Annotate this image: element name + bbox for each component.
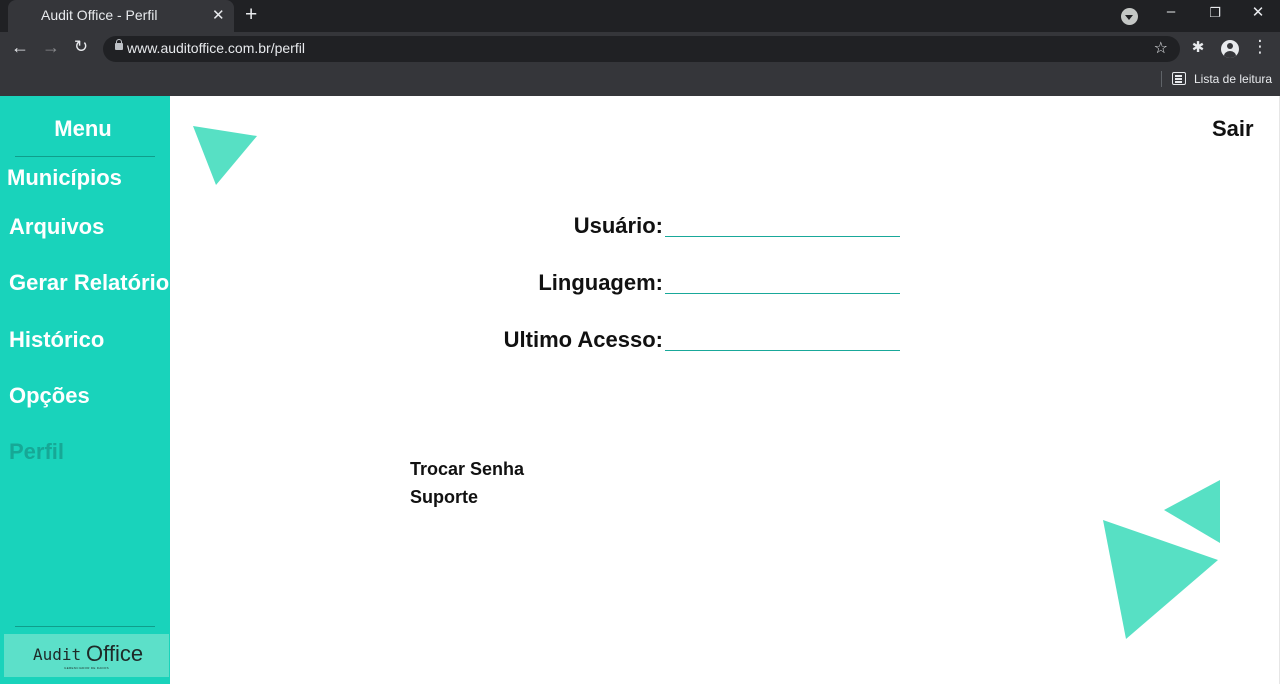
ultimo-acesso-label: Ultimo Acesso: bbox=[503, 327, 663, 352]
bookmarks-bar: Lista de leitura bbox=[0, 64, 1280, 96]
tab-title: Audit Office - Perfil bbox=[41, 7, 158, 23]
page-viewport: Menu Municípios Arquivos Gerar Relatório… bbox=[0, 96, 1280, 684]
sidebar-item-opcoes[interactable]: Opções bbox=[9, 383, 90, 409]
sidebar-item-gerar-relatorio[interactable]: Gerar Relatório bbox=[9, 270, 169, 296]
usuario-label: Usuário: bbox=[573, 213, 663, 238]
reading-list-icon bbox=[1172, 72, 1186, 85]
logo-audit-text: Audit bbox=[33, 645, 82, 664]
menu-divider bbox=[15, 156, 155, 157]
reading-list-label: Lista de leitura bbox=[1194, 72, 1273, 86]
footer-divider bbox=[15, 626, 155, 627]
back-icon[interactable]: ← bbox=[10, 37, 30, 58]
sidebar-item-municipios[interactable]: Municípios bbox=[7, 165, 122, 191]
top-triangle-shape bbox=[193, 126, 257, 185]
profile-icon[interactable] bbox=[1221, 40, 1239, 58]
trocar-senha-link[interactable]: Trocar Senha bbox=[410, 459, 524, 480]
linguagem-label: Linguagem: bbox=[538, 270, 663, 295]
logo-office-text: Office bbox=[86, 641, 144, 666]
logo-tagline: GERENCIADOR DE DADOS bbox=[64, 666, 109, 670]
bookmarks-divider bbox=[1161, 71, 1162, 87]
linguagem-value bbox=[665, 272, 900, 294]
browser-titlebar: Audit Office - Perfil ✕ + – ❐ ✕ bbox=[0, 0, 1280, 32]
lock-icon[interactable] bbox=[115, 39, 123, 50]
tab-search-icon[interactable] bbox=[1121, 8, 1138, 25]
large-bottom-triangle-shape bbox=[1103, 520, 1218, 639]
sidebar-menu: Menu Municípios Arquivos Gerar Relatório… bbox=[0, 96, 170, 684]
close-window-icon[interactable]: ✕ bbox=[1248, 3, 1268, 21]
more-menu-icon[interactable]: ⋮ bbox=[1250, 37, 1270, 57]
usuario-value bbox=[665, 215, 900, 237]
sidebar-item-historico[interactable]: Histórico bbox=[9, 327, 104, 353]
address-bar[interactable]: www.auditoffice.com.br/perfil ☆ bbox=[103, 36, 1180, 62]
url-text[interactable]: www.auditoffice.com.br/perfil bbox=[127, 40, 305, 56]
decorative-triangles bbox=[193, 126, 1220, 639]
logout-button[interactable]: Sair bbox=[1212, 116, 1254, 142]
forward-icon: → bbox=[42, 37, 60, 57]
restore-icon[interactable]: ❐ bbox=[1205, 5, 1225, 21]
new-tab-icon[interactable]: + bbox=[245, 3, 257, 27]
tab-close-icon[interactable]: ✕ bbox=[212, 6, 225, 24]
ultimo-acesso-value bbox=[665, 329, 900, 351]
sidebar-item-perfil[interactable]: Perfil bbox=[9, 439, 64, 465]
auditoffice-logo: Audit Office GERENCIADOR DE DADOS bbox=[4, 634, 169, 677]
suporte-link[interactable]: Suporte bbox=[410, 487, 478, 508]
menu-title: Menu bbox=[54, 116, 112, 141]
browser-tab[interactable]: Audit Office - Perfil ✕ bbox=[8, 0, 234, 32]
minimize-icon[interactable]: – bbox=[1161, 3, 1181, 20]
extensions-icon[interactable]: ✱ bbox=[1188, 38, 1208, 56]
reload-icon[interactable]: ↻ bbox=[71, 37, 91, 57]
sidebar-item-arquivos[interactable]: Arquivos bbox=[9, 214, 104, 240]
star-icon[interactable]: ☆ bbox=[1154, 38, 1168, 58]
small-bottom-triangle-shape bbox=[1164, 480, 1220, 543]
